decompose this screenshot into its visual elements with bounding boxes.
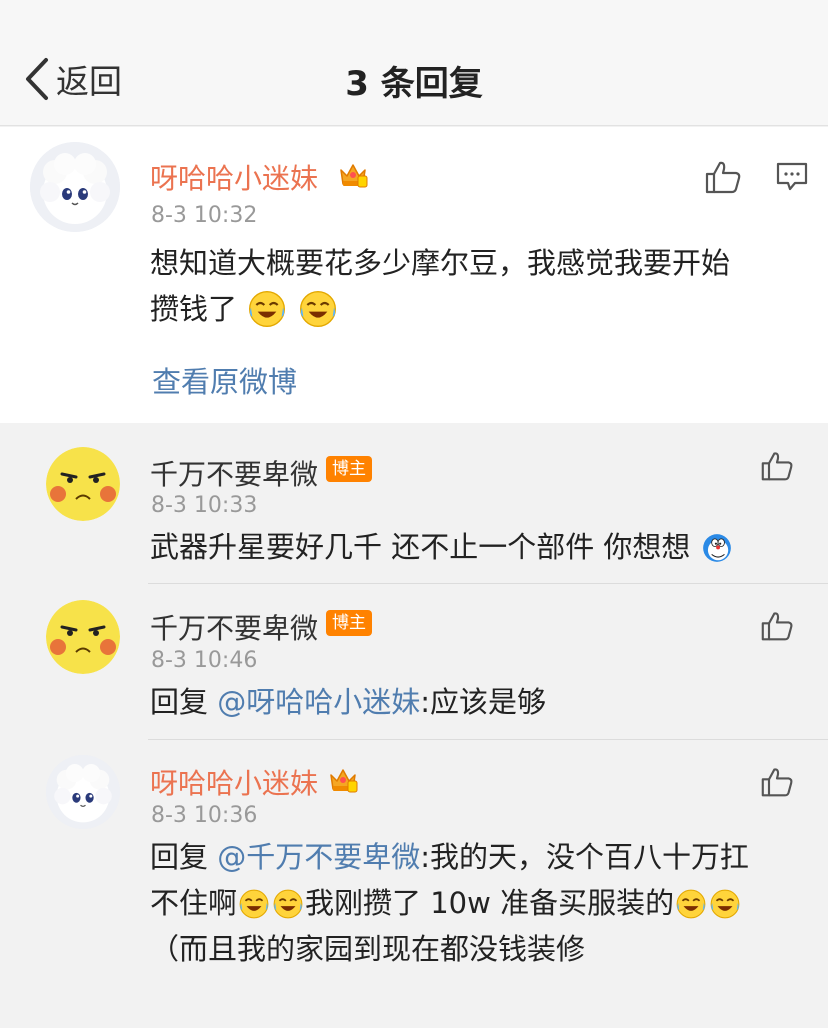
- avatar[interactable]: [30, 142, 120, 232]
- comment-text: 回复 @呀哈哈小迷妹:应该是够: [150, 679, 790, 725]
- reply-prefix: 回复: [150, 840, 218, 874]
- divider: [148, 583, 828, 584]
- laugh-cry-emoji-icon: [249, 291, 286, 327]
- reply-prefix: 回复: [150, 685, 218, 719]
- main-comment: 呀哈哈小迷妹 8-3 10:32 想知道大概要花多少摩尔豆，我感觉我要开始 攒钱…: [0, 127, 828, 423]
- avatar[interactable]: [46, 755, 120, 829]
- view-original-link[interactable]: 查看原微博: [152, 359, 297, 401]
- comment-text-line: （而且我的家园到现在都没钱装修: [150, 932, 586, 966]
- username[interactable]: 呀哈哈小迷妹: [150, 157, 318, 197]
- blogger-badge: 博主: [326, 456, 372, 482]
- comment-text-fragment: 武器升星要好几千 还不止一个部件 你想想: [150, 530, 691, 564]
- divider: [148, 739, 828, 740]
- navigation-bar: 返回 3 条回复: [0, 0, 828, 126]
- page-title: 3 条回复: [345, 64, 483, 104]
- comment-text-fragment: :应该是够: [420, 685, 547, 719]
- comment-text-fragment: :我的天，没个百八十万扛: [420, 840, 750, 874]
- laugh-cry-emoji-icon: [300, 291, 337, 327]
- thumbs-up-icon[interactable]: [760, 450, 794, 482]
- comment-time: 8-3 10:32: [151, 203, 258, 228]
- comment-time: 8-3 10:33: [151, 493, 258, 518]
- vip-crown-icon: [330, 769, 358, 793]
- replies-list: 千万不要卑微 博主 8-3 10:33 武器升星要好几千 还不止一个部件 你想想: [0, 423, 828, 1028]
- comment-text-line: 不住啊 我刚攒了 10w 准备买服装的: [150, 880, 820, 926]
- yellow-face-avatar-icon: [46, 600, 120, 674]
- fluffy-avatar-icon: [30, 142, 120, 232]
- comment-icon[interactable]: [776, 161, 808, 191]
- comment-text-line: 攒钱了: [150, 286, 820, 332]
- comment-text: 想知道大概要花多少摩尔豆，我感觉我要开始 攒钱了: [150, 240, 820, 332]
- comment-text-line: 回复 @千万不要卑微:我的天，没个百八十万扛: [150, 834, 820, 880]
- thumbs-up-icon[interactable]: [760, 610, 794, 642]
- avatar[interactable]: [46, 447, 120, 521]
- laugh-cry-emoji-icon: [273, 889, 303, 919]
- comment-text-fragment: 不住啊: [150, 886, 238, 920]
- thumbs-up-icon[interactable]: [760, 766, 794, 798]
- avatar[interactable]: [46, 600, 120, 674]
- username[interactable]: 呀哈哈小迷妹: [150, 762, 318, 802]
- yellow-face-avatar-icon: [46, 447, 120, 521]
- comment-text: 回复 @千万不要卑微:我的天，没个百八十万扛 不住啊 我刚攒了 10w 准备买服…: [150, 834, 820, 972]
- laugh-cry-emoji-icon: [676, 889, 706, 919]
- username[interactable]: 千万不要卑微: [150, 607, 318, 647]
- username[interactable]: 千万不要卑微: [150, 453, 318, 493]
- doraemon-emoji-icon: [702, 534, 731, 562]
- thumbs-up-icon[interactable]: [704, 159, 742, 195]
- mention-link[interactable]: @千万不要卑微: [217, 840, 420, 874]
- laugh-cry-emoji-icon: [239, 889, 269, 919]
- fluffy-avatar-icon: [46, 755, 120, 829]
- comment-text-line: 想知道大概要花多少摩尔豆，我感觉我要开始: [150, 246, 731, 280]
- mention-link[interactable]: @呀哈哈小迷妹: [217, 685, 420, 719]
- comment-time: 8-3 10:36: [151, 803, 258, 828]
- laugh-cry-emoji-icon: [710, 889, 740, 919]
- comment-text-fragment: 我刚攒了 10w 准备买服装的: [305, 886, 675, 920]
- comment-text-fragment: 攒钱了: [150, 292, 238, 326]
- comment-time: 8-3 10:46: [151, 648, 258, 673]
- comment-text: 武器升星要好几千 还不止一个部件 你想想: [150, 524, 790, 570]
- blogger-badge: 博主: [326, 610, 372, 636]
- vip-crown-icon: [340, 164, 368, 188]
